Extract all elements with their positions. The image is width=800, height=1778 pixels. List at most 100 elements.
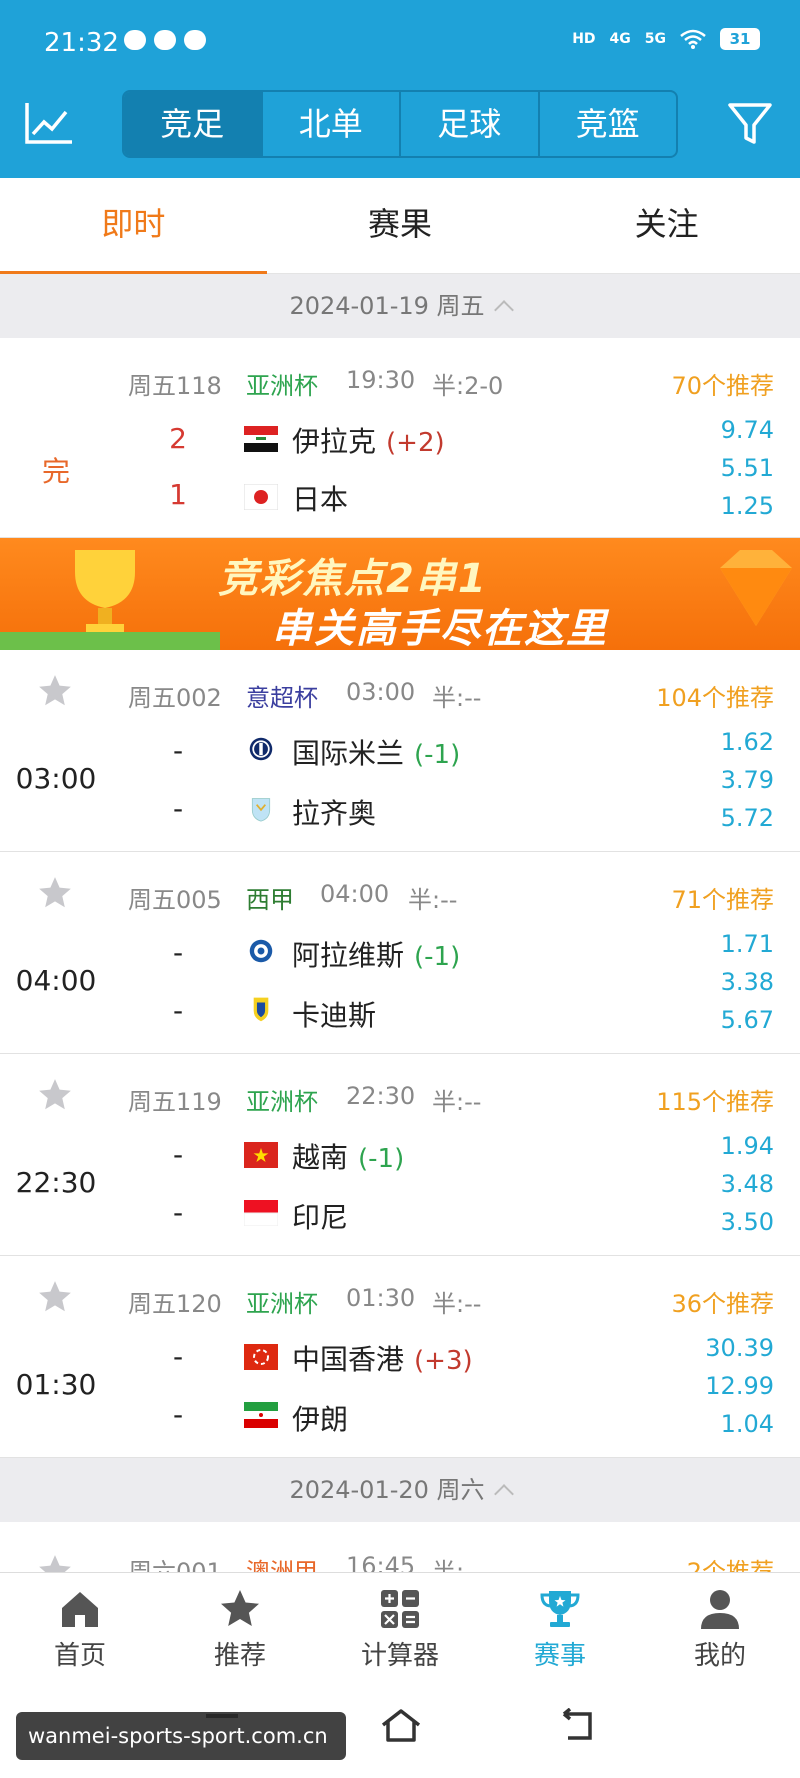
match-row[interactable]: 04:00 周五005 西甲 04:00 半:-- 71个推荐 - 阿拉维斯 (-… xyxy=(0,852,800,1054)
tab-beidan[interactable]: 北单 xyxy=(263,92,401,156)
tab-results[interactable]: 赛果 xyxy=(267,178,534,273)
odds-loss[interactable]: 5.72 xyxy=(721,804,774,832)
vietnam-flag-icon xyxy=(244,1142,278,1168)
league-name: 亚洲杯 xyxy=(246,372,318,400)
odds-draw[interactable]: 12.99 xyxy=(705,1372,774,1400)
filter-icon[interactable] xyxy=(726,100,774,148)
diamond-icon xyxy=(720,550,792,626)
away-team: 卡迪斯 xyxy=(292,999,377,1032)
recommend-count[interactable]: 71个推荐 xyxy=(671,880,774,915)
odds-win[interactable]: 30.39 xyxy=(705,1334,774,1362)
home-score: - xyxy=(172,936,184,969)
star-icon[interactable] xyxy=(36,1076,74,1114)
kickoff-time: 04:00 xyxy=(320,880,390,908)
nav-matches[interactable]: 赛事 xyxy=(480,1573,640,1682)
date-label: 2024-01-20 周六 xyxy=(289,1476,485,1504)
recommend-count[interactable]: 115个推荐 xyxy=(656,1082,774,1117)
odds-win[interactable]: 9.74 xyxy=(721,416,774,444)
match-number: 周五002 xyxy=(128,684,222,712)
nav-label: 首页 xyxy=(53,1641,106,1671)
home-nav-icon[interactable] xyxy=(380,1708,422,1744)
league-name: 意超杯 xyxy=(246,684,318,712)
star-icon[interactable] xyxy=(36,672,74,710)
home-team: 伊拉克 (+2) xyxy=(292,425,445,458)
handicap: (+3) xyxy=(414,1346,473,1376)
battery-icon: 31 xyxy=(720,28,760,50)
away-score: 1 xyxy=(169,478,187,511)
chevron-up-icon xyxy=(493,1484,514,1504)
date-header[interactable]: 2024-01-20 周六 xyxy=(0,1458,800,1522)
odds-loss[interactable]: 3.50 xyxy=(721,1208,774,1236)
star-icon[interactable] xyxy=(36,1278,74,1316)
handicap: (-1) xyxy=(358,1144,405,1174)
person-icon xyxy=(701,1590,739,1629)
match-status: 22:30 xyxy=(15,1166,97,1199)
home-team: 国际米兰 (-1) xyxy=(292,737,461,770)
lazio-logo-icon xyxy=(251,798,271,822)
trend-chart-icon[interactable] xyxy=(24,100,74,146)
star-icon xyxy=(221,1590,259,1626)
match-row[interactable]: 03:00 周五002 意超杯 03:00 半:-- 104个推荐 - 国际米兰… xyxy=(0,650,800,852)
home-score: 2 xyxy=(169,422,187,455)
odds-draw[interactable]: 3.79 xyxy=(721,766,774,794)
odds-draw[interactable]: 3.48 xyxy=(721,1170,774,1198)
banner-subline: 串关高手尽在这里 xyxy=(272,606,608,650)
half-score: 半:-- xyxy=(432,1290,482,1318)
tab-following[interactable]: 关注 xyxy=(533,178,800,273)
trophy-icon xyxy=(540,1591,580,1627)
nav-label: 赛事 xyxy=(533,1641,586,1671)
recommend-count[interactable]: 70个推荐 xyxy=(671,366,774,401)
home-score: - xyxy=(172,1340,184,1373)
recommend-count[interactable]: 36个推荐 xyxy=(671,1284,774,1319)
tab-football[interactable]: 足球 xyxy=(401,92,540,156)
odds-win[interactable]: 1.94 xyxy=(721,1132,774,1160)
match-row[interactable]: 22:30 周五119 亚洲杯 22:30 半:-- 115个推荐 - 越南 (-… xyxy=(0,1054,800,1256)
match-row[interactable]: 完 周五118 亚洲杯 19:30 半:2-0 70个推荐 2 伊拉克 (+2) … xyxy=(0,338,800,538)
status-right: HD 4G 5G 31 xyxy=(572,28,760,50)
calculator-icon xyxy=(381,1590,419,1628)
tab-jinglan[interactable]: 竞篮 xyxy=(540,92,677,156)
away-score: - xyxy=(172,994,184,1027)
trophy-icon xyxy=(75,550,135,634)
match-status: 01:30 xyxy=(15,1368,97,1401)
nav-label: 我的 xyxy=(693,1641,746,1671)
odds-win[interactable]: 1.71 xyxy=(721,930,774,958)
tab-live[interactable]: 即时 xyxy=(0,178,267,275)
nav-calculator[interactable]: 计算器 xyxy=(320,1573,480,1682)
odds-draw[interactable]: 5.51 xyxy=(721,454,774,482)
date-header[interactable]: 2024-01-19 周五 xyxy=(0,274,800,338)
away-team: 拉齐奥 xyxy=(292,797,377,830)
nav-profile[interactable]: 我的 xyxy=(640,1573,800,1682)
odds-win[interactable]: 1.62 xyxy=(721,728,774,756)
home-team: 中国香港 (+3) xyxy=(292,1343,473,1376)
match-status: 04:00 xyxy=(15,964,97,997)
league-name: 西甲 xyxy=(246,886,294,914)
nav-home[interactable]: 首页 xyxy=(0,1573,160,1682)
recommend-count[interactable]: 104个推荐 xyxy=(656,678,774,713)
nav-recommend[interactable]: 推荐 xyxy=(160,1573,320,1682)
nav-label: 推荐 xyxy=(213,1641,266,1671)
odds-draw[interactable]: 3.38 xyxy=(721,968,774,996)
odds-loss[interactable]: 5.67 xyxy=(721,1006,774,1034)
odds-loss[interactable]: 1.04 xyxy=(721,1410,774,1438)
sub-tabs: 即时 赛果 关注 xyxy=(0,178,800,275)
match-row[interactable]: 01:30 周五120 亚洲杯 01:30 半:-- 36个推荐 - 中国香港(… xyxy=(0,1256,800,1458)
tab-jingzu[interactable]: 竞足 xyxy=(124,92,263,156)
promo-banner[interactable]: 竞彩焦点2串1 串关高手尽在这里 xyxy=(0,538,800,650)
star-icon[interactable] xyxy=(36,874,74,912)
hd-icon: HD xyxy=(572,31,596,47)
away-score: - xyxy=(172,792,184,825)
half-score: 半:-- xyxy=(408,886,458,914)
handicap: (-1) xyxy=(414,942,461,972)
sport-category-tabs: 竞足 北单 足球 竞篮 xyxy=(122,90,678,158)
half-score: 半:2-0 xyxy=(432,372,504,400)
match-number: 周五120 xyxy=(128,1290,222,1318)
match-number: 周五005 xyxy=(128,886,222,914)
signal-5g-icon: 5G xyxy=(644,31,666,47)
back-icon[interactable] xyxy=(558,1708,598,1744)
home-team: 越南 (-1) xyxy=(292,1141,405,1174)
half-score: 半:-- xyxy=(432,1088,482,1116)
inter-milan-logo-icon xyxy=(249,737,273,761)
match-number: 周五118 xyxy=(128,372,222,400)
odds-loss[interactable]: 1.25 xyxy=(721,492,774,520)
